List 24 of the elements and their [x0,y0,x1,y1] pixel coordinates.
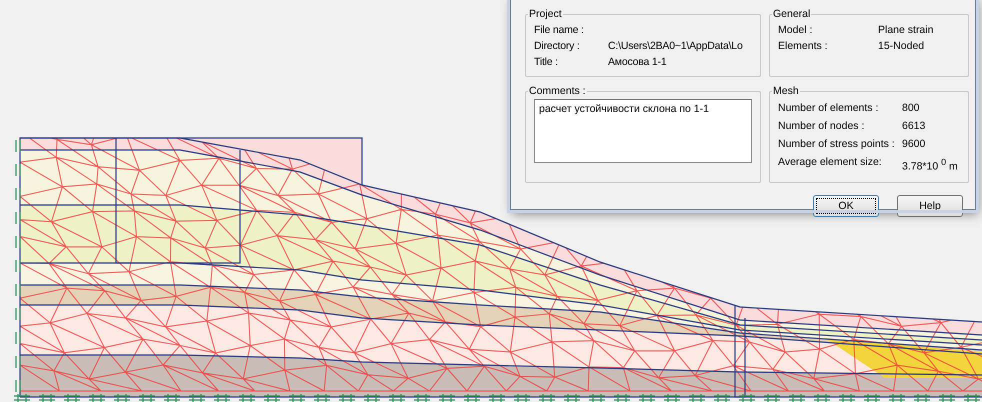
field-value: 9600 [902,137,926,152]
help-button[interactable]: Help [897,194,963,216]
field-label: Number of elements : [778,101,880,116]
group-title: Comments : [528,85,587,97]
field-label: Elements : [778,39,829,54]
field-value: Амосова 1-1 [608,55,668,70]
comments-field[interactable]: расчет устойчивости склона по 1-1 [534,99,752,163]
field-label: Number of stress points : [778,137,896,152]
field-label: Number of nodes : [778,119,866,134]
field-value: 6613 [902,119,926,134]
group-title: Project [528,8,563,20]
field-label: Model : [778,23,814,38]
field-value: 800 [902,101,921,116]
field-value: C:\Users\2BA0~1\AppData\Lo [608,39,744,54]
field-label: File name : [534,23,585,38]
field-value: 15-Noded [878,39,926,54]
field-label: Directory : [534,39,581,54]
ok-button[interactable]: OK [813,194,879,216]
field-value: 3.78*10 $^{0}$ m [902,156,959,174]
group-title: Mesh [772,85,800,97]
group-title: General [772,8,812,20]
field-label: Average element size: [778,155,883,170]
field-value: Plane strain [878,23,934,38]
field-label: Title : [534,55,559,70]
